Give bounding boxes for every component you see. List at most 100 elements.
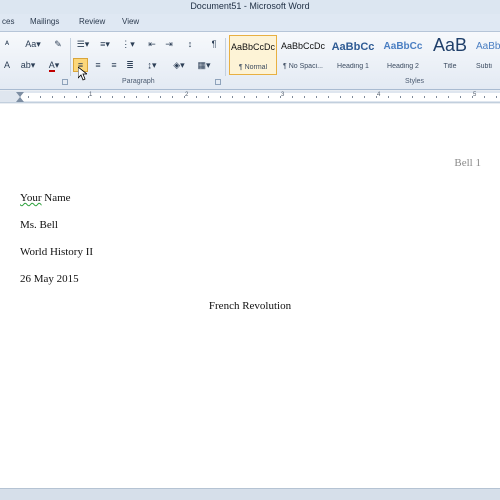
ruler-tick	[148, 96, 149, 98]
page-header-text: Bell 1	[454, 157, 481, 169]
title-bar: Document51 - Microsoft Word	[0, 0, 500, 14]
ruler-tick	[136, 96, 137, 98]
ruler-tick	[100, 96, 101, 98]
ruler-tick	[244, 96, 245, 98]
horizontal-ruler[interactable]: 1 2 3 4 5	[0, 91, 500, 103]
font-color-icon[interactable]: A▾	[44, 59, 64, 72]
style-heading-2[interactable]: AaBbCc Heading 2	[379, 35, 427, 75]
borders-icon[interactable]: ▦▾	[195, 59, 213, 71]
ribbon: ᴬ Aa▾ ✎ A ab▾ A▾ ☰▾ ≡▾ ⋮▾ ⇤ ⇥ ↕ ¶ ≡ ≡ ≡ …	[0, 32, 500, 90]
align-right-icon[interactable]: ≡	[107, 59, 121, 71]
separator	[225, 38, 226, 76]
change-case-icon[interactable]: Aa▾	[24, 38, 42, 50]
ruler-tick	[256, 96, 257, 98]
style-title[interactable]: AaB Title	[426, 35, 474, 75]
mouse-pointer-icon	[78, 67, 87, 81]
ruler-tick	[220, 96, 221, 98]
style-sample: AaBb	[476, 41, 500, 52]
style-sample: AaBbCcDc	[280, 41, 325, 51]
ruler-tick	[112, 96, 113, 98]
ruler-number: 1	[89, 92, 93, 98]
style-name: Heading 2	[387, 63, 419, 70]
ruler-tick	[52, 96, 53, 98]
bullets-icon[interactable]: ☰▾	[74, 38, 92, 50]
paragraph-dialog-launcher-icon[interactable]	[215, 79, 221, 85]
ruler-number: 2	[185, 92, 189, 98]
tab-mailings[interactable]: Mailings	[30, 17, 59, 26]
doc-title[interactable]: French Revolution	[0, 300, 500, 312]
ruler-tick	[412, 96, 413, 98]
style-no-spacing[interactable]: AaBbCcDc ¶ No Spaci...	[279, 35, 327, 75]
align-center-icon[interactable]: ≡	[91, 59, 105, 71]
ruler-tick	[124, 96, 125, 98]
style-sample: AaB	[432, 35, 468, 55]
ruler-tick	[448, 96, 449, 98]
ruler-number: 5	[473, 92, 477, 98]
window-title: Document51 - Microsoft Word	[190, 1, 310, 11]
style-name: Subti	[476, 63, 492, 70]
tab-review[interactable]: Review	[79, 17, 105, 26]
ruler-tick	[196, 96, 197, 98]
doc-line-teacher[interactable]: Ms. Bell	[20, 219, 58, 231]
ruler-tick	[400, 96, 401, 98]
ruler-tick	[340, 96, 341, 98]
style-sample: AaBbCcDc	[230, 42, 275, 52]
multilevel-list-icon[interactable]: ⋮▾	[119, 38, 137, 50]
numbering-icon[interactable]: ≡▾	[96, 38, 114, 50]
style-name: Heading 1	[337, 63, 369, 70]
style-heading-1[interactable]: AaBbCc Heading 1	[329, 35, 377, 75]
ruler-tick	[304, 96, 305, 98]
line-spacing-icon[interactable]: ↨▾	[143, 59, 161, 71]
text-effects-icon[interactable]: A	[0, 59, 14, 71]
ruler-tick	[292, 96, 293, 98]
style-name: Title	[443, 63, 457, 70]
word-window: Document51 - Microsoft Word ces Mailings…	[0, 0, 500, 500]
ribbon-tabs: ces Mailings Review View	[0, 14, 500, 32]
ruler-tick	[328, 96, 329, 98]
ruler-tick	[268, 96, 269, 98]
ruler-tick	[64, 96, 65, 98]
sort-icon[interactable]: ↕	[183, 38, 197, 50]
ruler-number: 3	[281, 92, 285, 98]
decrease-indent-icon[interactable]: ⇤	[145, 38, 159, 50]
show-formatting-icon[interactable]: ¶	[207, 38, 221, 50]
ruler-tick	[352, 96, 353, 98]
ruler-tick	[208, 96, 209, 98]
doc-line-date[interactable]: 26 May 2015	[20, 273, 79, 285]
doc-line-name[interactable]: Your Name	[20, 192, 71, 204]
ruler-tick	[436, 96, 437, 98]
ruler-tick	[232, 96, 233, 98]
tab-view[interactable]: View	[122, 17, 139, 26]
ruler-tick	[172, 96, 173, 98]
justify-icon[interactable]: ≣	[123, 59, 137, 71]
ruler-tick	[424, 96, 425, 98]
ruler-tick	[460, 96, 461, 98]
tab-references[interactable]: ces	[2, 17, 14, 26]
separator	[70, 38, 71, 76]
ruler-tick	[484, 96, 485, 98]
highlight-color-icon[interactable]: ab▾	[19, 59, 37, 71]
style-sample: AaBbCc	[331, 41, 375, 53]
ruler-tick	[388, 96, 389, 98]
style-normal[interactable]: AaBbCcDc ¶ Normal	[229, 35, 277, 75]
document-page[interactable]: Bell 1 Your Name Ms. Bell World History …	[0, 104, 500, 488]
ruler-number: 4	[377, 92, 381, 98]
shrink-font-icon[interactable]: ᴬ	[0, 38, 14, 50]
style-subtitle[interactable]: AaBb Subti	[476, 35, 500, 75]
ruler-tick	[364, 96, 365, 98]
styles-group-label: Styles	[405, 78, 425, 85]
clear-formatting-icon[interactable]: ✎	[51, 38, 65, 50]
ruler-tick	[160, 96, 161, 98]
font-dialog-launcher-icon[interactable]	[62, 79, 68, 85]
spellcheck-word: Your	[20, 192, 42, 204]
ruler-tick	[76, 96, 77, 98]
ruler-tick	[40, 96, 41, 98]
hanging-indent-marker[interactable]	[16, 97, 24, 102]
increase-indent-icon[interactable]: ⇥	[162, 38, 176, 50]
shading-icon[interactable]: ◈▾	[170, 59, 188, 71]
doc-text: Name	[41, 192, 71, 204]
paragraph-group-label: Paragraph	[122, 78, 155, 85]
doc-line-course[interactable]: World History II	[20, 246, 93, 258]
ruler-tick	[316, 96, 317, 98]
style-sample: AaBbCc	[383, 41, 423, 52]
